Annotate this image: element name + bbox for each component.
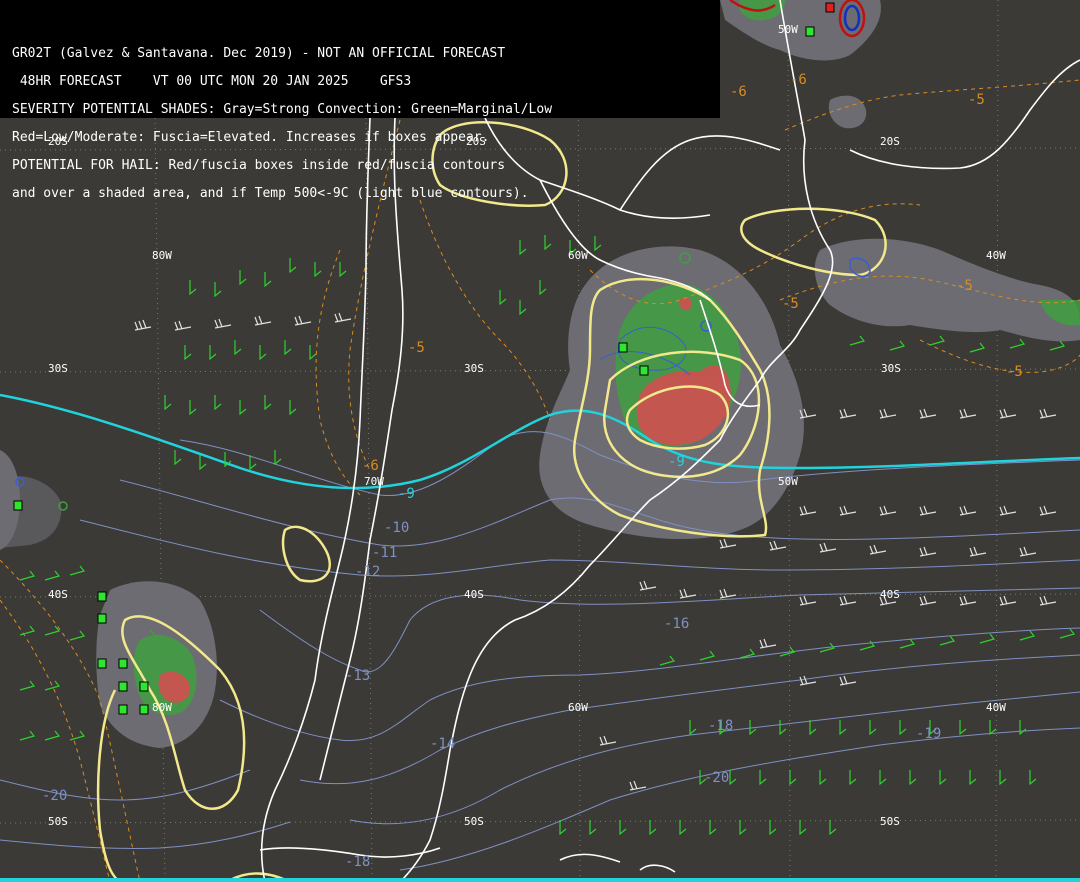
- hail-box: [805, 26, 815, 37]
- hail-box-red: [825, 2, 835, 13]
- header-hail-line: POTENTIAL FOR HAIL: Red/fuscia boxes ins…: [12, 158, 506, 173]
- orange-label-m5: -5: [408, 340, 425, 356]
- lon-label-70w: 70W: [364, 475, 384, 488]
- temp-label-m20: -20: [704, 770, 729, 786]
- hail-box: [13, 500, 23, 511]
- lon-label-60w: 60W: [568, 249, 588, 262]
- lat-label-50s: 50S: [48, 815, 68, 828]
- temp-label-m19: -19: [916, 726, 941, 742]
- hail-box: [118, 658, 128, 669]
- hail-box: [618, 342, 628, 353]
- lat-label-40s: 40S: [880, 588, 900, 601]
- temp-label-m11: -11: [372, 545, 397, 561]
- temp-label-m9: -9: [398, 486, 415, 502]
- hail-box: [118, 681, 128, 692]
- hail-box: [118, 704, 128, 715]
- temp-label-m18: -18: [345, 854, 370, 870]
- hail-box: [97, 591, 107, 602]
- header-title-line: GR02T (Galvez & Santavana. Dec 2019) - N…: [12, 46, 506, 61]
- lat-label-40s: 40S: [464, 588, 484, 601]
- hail-box: [139, 681, 149, 692]
- temp-label-m12: -12: [355, 564, 380, 580]
- lat-label-20s: 20S: [880, 135, 900, 148]
- hail-box: [97, 658, 107, 669]
- orange-label-m6: -6: [730, 84, 747, 100]
- temp-label-m14: -14: [430, 736, 455, 752]
- lat-label-30s: 30S: [881, 362, 901, 375]
- lon-label-50w: 50W: [778, 475, 798, 488]
- temp-label-m20: -20: [42, 788, 67, 804]
- lon-label-40w: 40W: [986, 249, 1006, 262]
- orange-label-m5: -5: [956, 278, 973, 294]
- lon-label-80w: 80W: [152, 701, 172, 714]
- header-forecast-line: 48HR FORECAST VT 00 UTC MON 20 JAN 2025 …: [12, 74, 412, 89]
- orange-label-m6: -6: [362, 458, 379, 474]
- orange-label-m5: -5: [968, 92, 985, 108]
- temp-label-m13: -13: [345, 668, 370, 684]
- header-legend-line: SEVERITY POTENTIAL SHADES: Gray=Strong C…: [12, 102, 553, 117]
- orange-label-m6: -6: [790, 72, 807, 88]
- orange-label-m5: -5: [782, 296, 799, 312]
- lat-label-50s: 50S: [880, 815, 900, 828]
- header-hail-line: and over a shaded area, and if Temp 500<…: [12, 186, 529, 201]
- hail-box: [97, 613, 107, 624]
- temp-label-m18: -18: [708, 718, 733, 734]
- lon-label-80w: 80W: [152, 249, 172, 262]
- lat-label-30s: 30S: [48, 362, 68, 375]
- lon-label-60w: 60W: [568, 701, 588, 714]
- hail-box: [639, 365, 649, 376]
- lon-label-40w: 40W: [986, 701, 1006, 714]
- temp-label-m9: -9: [668, 454, 685, 470]
- temp-label-m10: -10: [384, 520, 409, 536]
- lat-label-50s: 50S: [464, 815, 484, 828]
- orange-label-m5: -5: [1006, 364, 1023, 380]
- forecast-header: GR02T (Galvez & Santavana. Dec 2019) - N…: [0, 0, 720, 201]
- header-legend-line: Red=Low/Moderate: Fuscia=Elevated. Incre…: [12, 130, 490, 145]
- lon-label-50w: 50W: [778, 23, 798, 36]
- bottom-border-bar: [0, 878, 1080, 882]
- lat-label-30s: 30S: [464, 362, 484, 375]
- temp-label-m16: -16: [664, 616, 689, 632]
- lat-label-40s: 40S: [48, 588, 68, 601]
- hail-box: [139, 704, 149, 715]
